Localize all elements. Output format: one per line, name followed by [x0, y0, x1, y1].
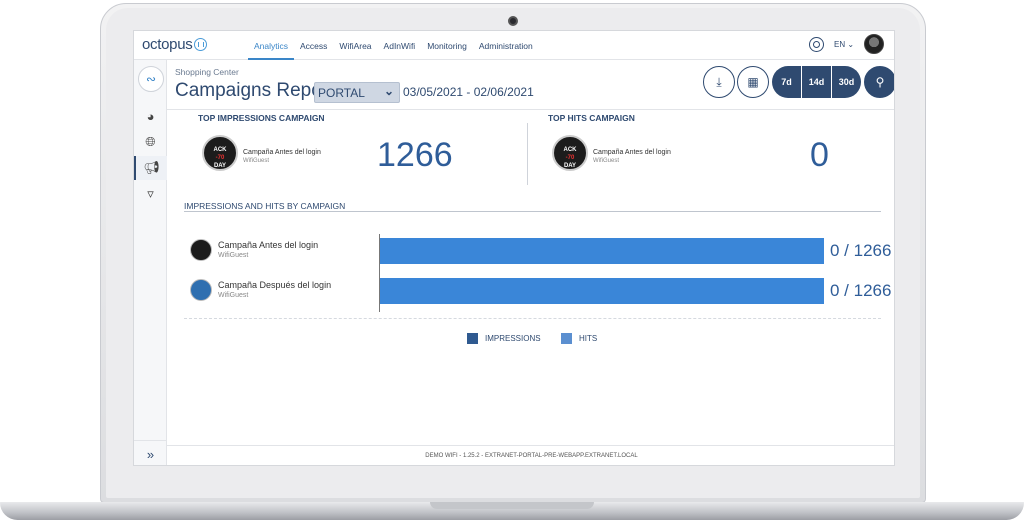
calendar-button[interactable]: ▦	[737, 66, 769, 98]
pie-chart-icon[interactable]: ◕	[134, 104, 167, 128]
bar-track	[380, 238, 824, 264]
campaign-name: Campaña Antes del login	[243, 149, 321, 156]
download-button[interactable]: ⤓	[703, 66, 735, 98]
calendar-icon: ▦	[747, 75, 759, 89]
top-navigation-bar: octopus Analytics Access WifiArea AdInWi…	[134, 31, 894, 60]
page-title: Campaigns Report	[175, 80, 334, 101]
legend-label-hits: HITS	[579, 334, 598, 343]
gear-icon[interactable]	[809, 37, 824, 52]
campaign-image: ACK -70 DAY	[552, 135, 588, 171]
divider	[527, 123, 528, 185]
sidebar: ∾ ◕ 🌐︎ 📢︎ ▿ »	[134, 60, 167, 465]
campaign-image-line1: ACK	[213, 147, 227, 153]
campaign-row-name: Campaña Antes del login	[218, 240, 319, 250]
campaign-image-line2: -70	[215, 155, 225, 161]
legend-label-impressions: IMPRESSIONS	[485, 334, 541, 343]
logo-text: octopus	[142, 36, 193, 53]
expand-sidebar-icon[interactable]: »	[134, 440, 167, 465]
campaign-image-line1: ACK	[563, 147, 577, 153]
portal-select[interactable]: PORTAL ⌄	[314, 82, 400, 103]
section-divider	[184, 211, 881, 212]
date-range[interactable]: 03/05/2021 - 02/06/2021	[403, 85, 534, 99]
bar-data-label: 0 / 1266	[830, 281, 892, 300]
portal-select-value: PORTAL	[318, 86, 365, 100]
globe-icon[interactable]: 🌐︎	[134, 130, 167, 154]
search-icon: ⚲	[875, 75, 885, 89]
range-30d-button[interactable]: 30d	[832, 66, 861, 98]
bar-track	[380, 278, 824, 304]
campaign-row-subtitle: WifiGuest	[218, 292, 249, 299]
main-nav: Analytics Access WifiArea AdInWifi Monit…	[248, 31, 539, 60]
campaign-row-name: Campaña Después del login	[218, 280, 332, 290]
octopus-logo[interactable]: octopus	[142, 36, 208, 53]
nav-adinwifi[interactable]: AdInWifi	[378, 31, 422, 60]
impressions-bar[interactable]	[380, 238, 824, 264]
language-label: EN	[834, 40, 846, 49]
laptop-notch	[430, 502, 594, 509]
camera-icon	[508, 16, 518, 26]
footer: DEMO WIFI - 1.25.2 - EXTRANET-PORTAL-PRE…	[167, 445, 894, 465]
top-impressions-value: 1266	[377, 136, 453, 174]
logo-mark-icon	[194, 38, 208, 51]
chevron-down-icon: ⌄	[383, 84, 394, 98]
nav-analytics[interactable]: Analytics	[248, 31, 295, 60]
nav-monitoring[interactable]: Monitoring	[421, 31, 473, 60]
nav-administration[interactable]: Administration	[473, 31, 539, 60]
range-7d-button[interactable]: 7d	[772, 66, 801, 98]
chevron-down-icon: ⌄	[845, 40, 855, 49]
report-header: Shopping Center Campaigns Report PORTAL …	[167, 60, 894, 110]
campaign-row-subtitle: WifiGuest	[218, 252, 249, 259]
range-14d-button[interactable]: 14d	[802, 66, 831, 98]
campaign-image-line2: -70	[565, 155, 575, 161]
top-hits-value: 0	[810, 136, 829, 174]
impressions-bar[interactable]	[380, 278, 824, 304]
top-impressions-heading: TOP IMPRESSIONS CAMPAIGN	[198, 113, 325, 123]
campaign-subtitle: WifiGuest	[243, 158, 270, 164]
nav-access[interactable]: Access	[294, 31, 333, 60]
legend-item-impressions: IMPRESSIONS	[467, 333, 541, 344]
campaign-name: Campaña Antes del login	[593, 149, 671, 156]
legend-item-hits: HITS	[561, 333, 597, 344]
bar-data-label: 0 / 1266	[830, 241, 892, 260]
breadcrumb: Shopping Center	[175, 67, 239, 77]
nav-wifiarea[interactable]: WifiArea	[333, 31, 377, 60]
avatar[interactable]	[864, 34, 884, 54]
search-button[interactable]: ⚲	[864, 66, 894, 98]
megaphone-icon[interactable]: 📢︎	[134, 156, 167, 180]
campaign-image-line3: DAY	[563, 163, 577, 169]
top-hits-heading: TOP HITS CAMPAIGN	[548, 113, 635, 123]
legend-swatch-hits	[561, 333, 572, 344]
wifi-icon[interactable]: ∾	[138, 66, 164, 92]
download-icon: ⤓	[716, 74, 722, 89]
campaign-thumbnail	[190, 279, 212, 301]
legend-swatch-impressions	[467, 333, 478, 344]
language-selector[interactable]: EN ⌄	[834, 40, 854, 49]
campaign-image: ACK -70 DAY	[202, 135, 238, 171]
chart-baseline	[184, 318, 881, 319]
laptop-mockup: octopus Analytics Access WifiArea AdInWi…	[0, 0, 1024, 527]
app-screen: octopus Analytics Access WifiArea AdInWi…	[133, 30, 895, 466]
campaign-subtitle: WifiGuest	[593, 158, 620, 164]
funnel-icon[interactable]: ▿	[134, 182, 167, 206]
campaign-image-line3: DAY	[213, 163, 227, 169]
section-title: IMPRESSIONS AND HITS BY CAMPAIGN	[184, 201, 346, 211]
campaign-thumbnail	[190, 239, 212, 261]
